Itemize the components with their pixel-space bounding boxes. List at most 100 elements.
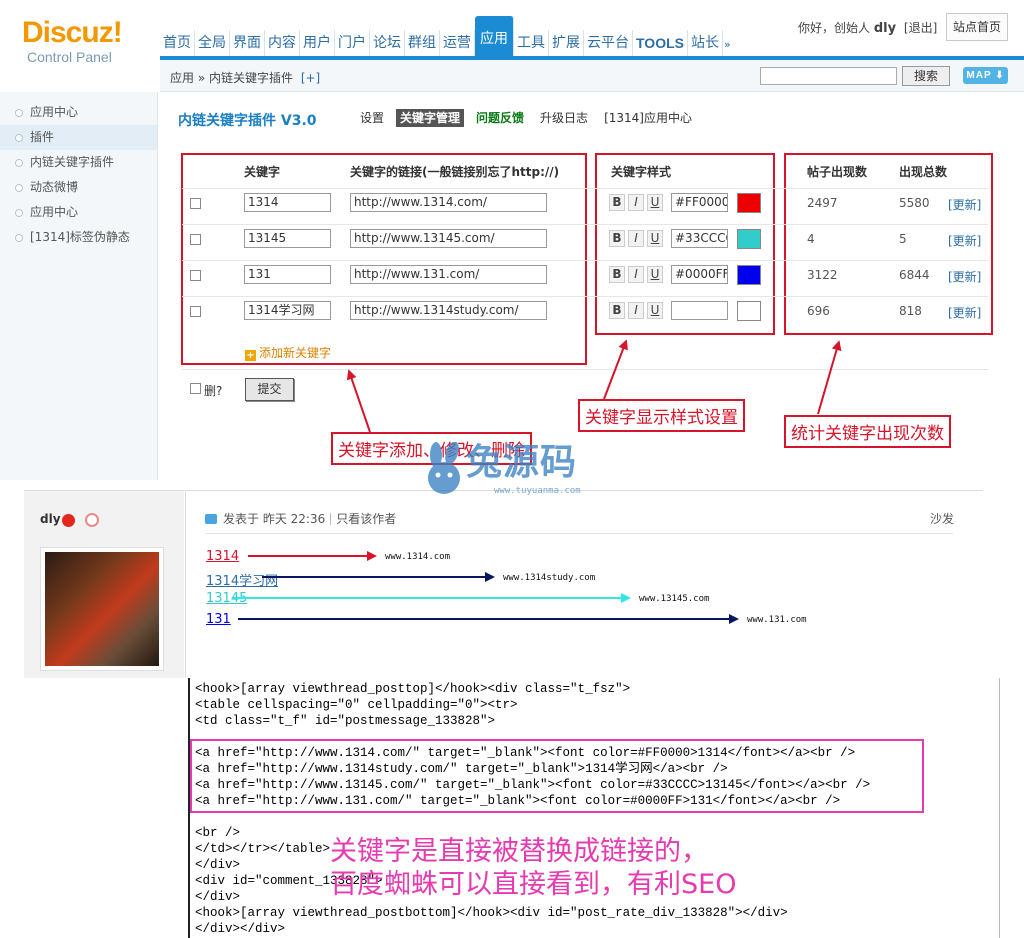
plugin-tab[interactable]: 升级日志	[536, 109, 592, 127]
nav-item[interactable]: 全局	[195, 30, 230, 56]
plugin-tab[interactable]: 设置	[356, 109, 388, 127]
post-keyword-link[interactable]: 1314学习网	[206, 570, 278, 589]
row-divider	[182, 188, 988, 189]
post-divider	[205, 533, 953, 534]
color-swatch[interactable]	[737, 193, 761, 213]
post-count-value: 3122	[807, 268, 838, 282]
underline-format-button[interactable]: U	[647, 302, 663, 319]
avatar[interactable]	[40, 547, 164, 671]
link-input[interactable]: http://www.1314study.com/	[350, 301, 547, 320]
plugin-tab[interactable]: [1314]应用中心	[600, 109, 696, 127]
bold-format-button[interactable]: B	[609, 230, 625, 247]
nav-item[interactable]: 运营	[440, 30, 475, 56]
sidebar-item[interactable]: 应用中心	[0, 200, 157, 225]
link-input[interactable]: http://www.131.com/	[350, 265, 547, 284]
underline-format-button[interactable]: U	[647, 194, 663, 211]
bold-format-button[interactable]: B	[609, 194, 625, 211]
nav-item[interactable]: 云平台	[584, 30, 633, 56]
screenshot-root: Discuz! Control Panel 首页 全局 界面 内容 用户 门户 论坛 群组 运营…	[0, 0, 1024, 938]
color-swatch[interactable]	[737, 265, 761, 285]
nav-item[interactable]: 群组	[405, 30, 440, 56]
italic-format-button[interactable]: I	[628, 230, 644, 247]
nav-item[interactable]: 论坛	[370, 30, 405, 56]
submit-button[interactable]: 提交	[245, 378, 294, 401]
color-input[interactable]	[671, 301, 728, 320]
nav-item[interactable]: 应用	[475, 16, 514, 56]
nav-item[interactable]: 工具	[514, 30, 549, 56]
add-keyword-link[interactable]: + 添加新关键字	[245, 344, 331, 361]
plugin-tab[interactable]: 问题反馈	[472, 109, 528, 127]
plugin-tab[interactable]: 关键字管理	[396, 109, 465, 127]
italic-format-button[interactable]: I	[628, 266, 644, 283]
post-link-url: www.1314.com	[385, 552, 451, 562]
row-checkbox[interactable]	[190, 198, 201, 209]
delete-all-checkbox[interactable]	[190, 383, 201, 394]
sidebar-item[interactable]: 内链关键字插件	[0, 150, 157, 175]
bold-format-button[interactable]: B	[609, 266, 625, 283]
row-checkbox[interactable]	[190, 270, 201, 281]
post-keyword-link[interactable]: 13145	[206, 591, 247, 606]
annotation-count-stats: 统计关键字出现次数	[784, 415, 951, 448]
search-input[interactable]	[760, 67, 897, 85]
nav-item[interactable]: TOOLS	[633, 30, 688, 56]
link-input[interactable]: http://www.1314.com/	[350, 193, 547, 212]
italic-format-button[interactable]: I	[628, 194, 644, 211]
verified-badge-icon	[62, 514, 75, 527]
map-button[interactable]: MAP ⬇	[963, 67, 1008, 84]
sidebar-item[interactable]: 动态微博	[0, 175, 157, 200]
breadcrumb-text[interactable]: 应用 » 内链关键字插件	[170, 71, 293, 85]
keyword-input[interactable]: 131	[244, 265, 331, 284]
update-link[interactable]: [更新]	[948, 268, 981, 285]
color-swatch[interactable]	[737, 301, 761, 321]
post-keyword-link[interactable]: 131	[206, 612, 231, 627]
keyword-input[interactable]: 1314学习网	[244, 301, 331, 320]
keyword-input[interactable]: 13145	[244, 229, 331, 248]
username[interactable]: dly	[874, 21, 896, 36]
post-count-value: 4	[807, 232, 815, 246]
site-home-button[interactable]: 站点首页	[946, 13, 1008, 41]
nav-item[interactable]: 用户	[300, 30, 335, 56]
author-only-link[interactable]: 只看该作者	[336, 510, 396, 527]
poster-name[interactable]: dly	[40, 512, 61, 526]
underline-format-button[interactable]: U	[647, 230, 663, 247]
nav-item[interactable]: 内容	[265, 30, 300, 56]
nav-item[interactable]: 扩展	[549, 30, 584, 56]
watermark: 兔源码 www.tuyuanma.com	[422, 440, 606, 498]
plugin-tabs: 设置 关键字管理 问题反馈 升级日志 [1314]应用中心	[356, 109, 704, 127]
color-input[interactable]: #FF0000	[671, 193, 728, 212]
update-link[interactable]: [更新]	[948, 304, 981, 321]
code-line: <hook>[array viewthread_postbottom]</hoo…	[195, 906, 788, 920]
breadcrumb-add-link[interactable]: [+]	[301, 71, 320, 85]
row-checkbox[interactable]	[190, 234, 201, 245]
nav-item[interactable]: 门户	[335, 30, 370, 56]
italic-format-button[interactable]: I	[628, 302, 644, 319]
seo-note-line1: 关键字是直接被替换成链接的，	[330, 836, 708, 867]
update-link[interactable]: [更新]	[948, 232, 981, 249]
post-keyword-link[interactable]: 1314	[206, 549, 239, 564]
sidebar-item[interactable]: [1314]标签伪静态	[0, 225, 157, 250]
color-input[interactable]: #33CCCC	[671, 229, 728, 248]
color-swatch[interactable]	[737, 229, 761, 249]
bold-format-button[interactable]: B	[609, 302, 625, 319]
logout-link[interactable]: [退出]	[904, 21, 937, 35]
search-button[interactable]: 搜索	[902, 66, 950, 86]
watermark-url: www.tuyuanma.com	[494, 486, 581, 496]
link-input[interactable]: http://www.13145.com/	[350, 229, 547, 248]
nav-item[interactable]: 首页	[160, 30, 195, 56]
sidebar-item[interactable]: 应用中心	[0, 100, 157, 125]
color-input[interactable]: #0000FF	[671, 265, 728, 284]
top-navigation: 首页 全局 界面 内容 用户 门户 论坛 群组 运营 应用 工具 扩展 云平台 TOOLS 站长»	[160, 16, 731, 56]
nav-more-icon[interactable]: »	[724, 38, 731, 56]
breadcrumb: 应用 » 内链关键字插件 [+]	[170, 69, 320, 86]
add-keyword-label: 添加新关键字	[259, 346, 332, 360]
nav-item[interactable]: 站长	[688, 30, 723, 56]
underline-format-button[interactable]: U	[647, 266, 663, 283]
discuz-logo[interactable]: Discuz! Control Panel	[22, 18, 123, 66]
update-link[interactable]: [更新]	[948, 196, 981, 213]
post-count-value: 2497	[807, 196, 838, 210]
keyword-input[interactable]: 1314	[244, 193, 331, 212]
sidebar-item[interactable]: 插件	[0, 125, 157, 150]
row-checkbox[interactable]	[190, 306, 201, 317]
nav-item[interactable]: 界面	[230, 30, 265, 56]
code-line: </div>	[195, 890, 241, 904]
